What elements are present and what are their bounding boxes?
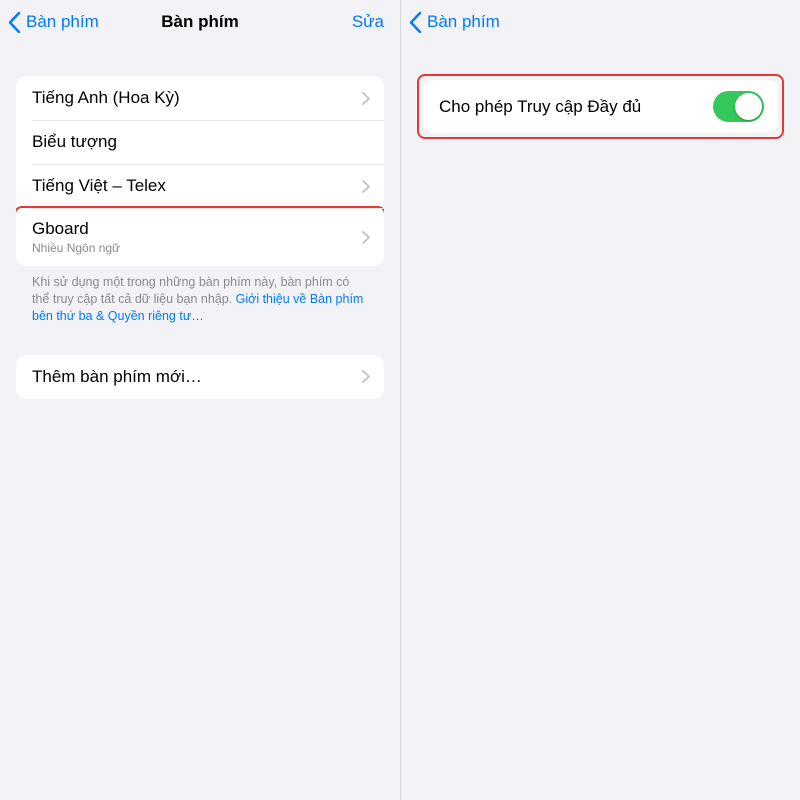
row-label: Gboard: [32, 219, 120, 239]
add-keyboard-row[interactable]: Thêm bàn phím mới…: [16, 355, 384, 399]
row-sublabel: Nhiều Ngôn ngữ: [32, 241, 120, 255]
edit-button[interactable]: Sửa: [352, 12, 392, 32]
navbar-left: Bàn phím Bàn phím Sửa: [0, 0, 400, 44]
back-button[interactable]: Bàn phím: [8, 12, 99, 33]
full-access-toggle[interactable]: [713, 91, 764, 122]
screen-gboard-settings: Bàn phím Cho phép Truy cập Đầy đủ: [400, 0, 800, 800]
keyboard-row-english[interactable]: Tiếng Anh (Hoa Kỳ): [16, 76, 384, 120]
row-label: Tiếng Việt – Telex: [32, 176, 166, 196]
chevron-left-icon: [8, 12, 21, 33]
full-access-group: Cho phép Truy cập Đầy đủ: [423, 80, 778, 133]
row-label: Tiếng Anh (Hoa Kỳ): [32, 88, 180, 108]
privacy-footer: Khi sử dụng một trong những bàn phím này…: [32, 274, 368, 325]
chevron-right-icon: [362, 231, 370, 244]
toggle-knob: [735, 93, 762, 120]
keyboard-row-vietnamese[interactable]: Tiếng Việt – Telex: [16, 164, 384, 208]
keyboard-list: Tiếng Anh (Hoa Kỳ) Biểu tượng Tiếng Việt…: [16, 76, 384, 266]
keyboard-row-gboard[interactable]: Gboard Nhiều Ngôn ngữ: [16, 208, 384, 266]
add-keyboard-group: Thêm bàn phím mới…: [16, 355, 384, 399]
back-button[interactable]: Bàn phím: [409, 12, 500, 33]
row-label: Biểu tượng: [32, 132, 117, 152]
back-label: Bàn phím: [427, 12, 500, 32]
back-label: Bàn phím: [26, 12, 99, 32]
row-label: Thêm bàn phím mới…: [32, 367, 202, 387]
full-access-row[interactable]: Cho phép Truy cập Đầy đủ: [423, 80, 778, 133]
chevron-left-icon: [409, 12, 422, 33]
screen-keyboards: Bàn phím Bàn phím Sửa Tiếng Anh (Hoa Kỳ)…: [0, 0, 400, 800]
highlight-box: Cho phép Truy cập Đầy đủ: [417, 74, 784, 139]
chevron-right-icon: [362, 180, 370, 193]
navbar-right: Bàn phím: [401, 0, 800, 44]
keyboard-row-emoji[interactable]: Biểu tượng: [16, 120, 384, 164]
chevron-right-icon: [362, 370, 370, 383]
row-label: Cho phép Truy cập Đầy đủ: [439, 97, 641, 117]
chevron-right-icon: [362, 92, 370, 105]
